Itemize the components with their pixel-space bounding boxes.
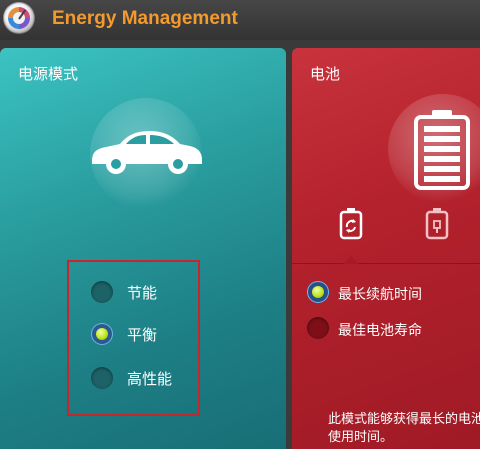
battery-mode-description: 此模式能够获得最长的电池使用时间。 [328,412,480,445]
option-label-best-battery-life[interactable]: 最佳电池寿命 [338,320,422,340]
option-label-longest-runtime[interactable]: 最长续航时间 [338,284,422,304]
mode-label-high-performance[interactable]: 高性能 [127,368,172,389]
radio-best-battery-life[interactable] [307,317,329,339]
radio-high-performance[interactable] [91,367,113,389]
radio-longest-runtime[interactable] [307,281,329,303]
battery-recycle-icon[interactable] [339,208,363,240]
radio-balanced[interactable] [91,323,113,345]
power-mode-panel: 电源模式 节能 平衡 高性能 [0,48,286,449]
radio-power-saver[interactable] [91,281,113,303]
car-icon [92,131,202,174]
battery-panel: 电池 最长续航时间 最佳电池寿命 此模式能够获得最长的电池使用时间。 [292,48,480,449]
battery-lock-icon[interactable] [425,208,449,240]
tab-divider [292,263,480,264]
power-mode-heading: 电源模式 [18,65,79,83]
mode-label-power-saver[interactable]: 节能 [127,282,157,303]
battery-heading: 电池 [310,65,341,83]
tab-pointer [343,256,359,264]
mode-label-balanced[interactable]: 平衡 [127,324,157,345]
title-bar: Energy Management [0,0,480,40]
battery-icon [414,110,470,190]
gauge-logo-icon [3,2,35,34]
app-title: Energy Management [52,8,238,29]
